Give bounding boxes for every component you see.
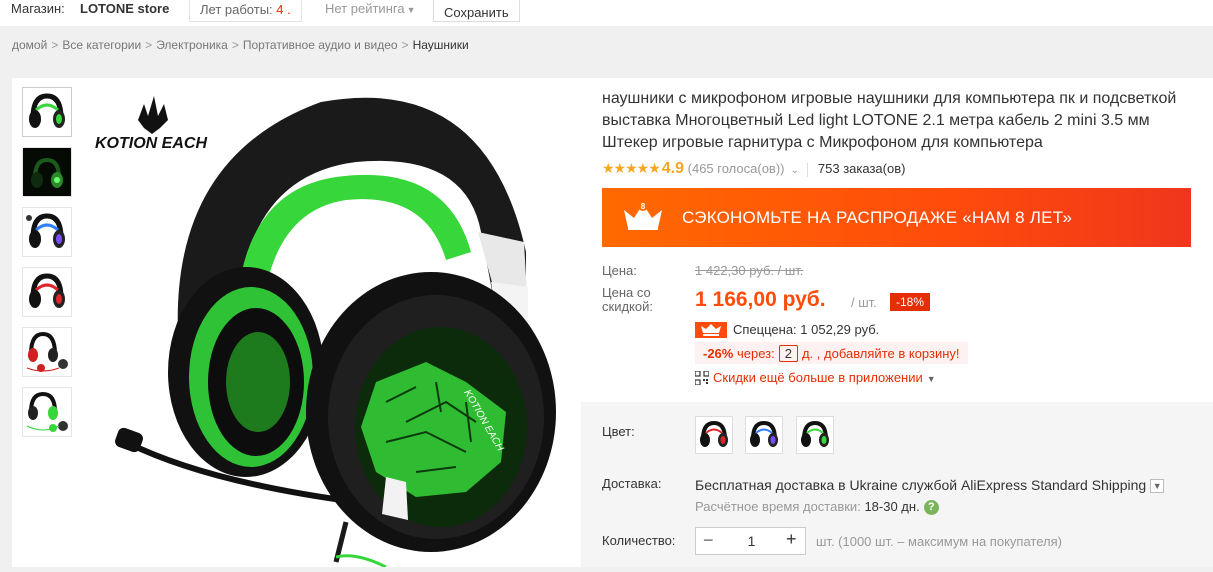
divider	[806, 162, 808, 177]
years-label: Лет работы:	[200, 2, 273, 17]
thumbnail-1[interactable]	[22, 87, 72, 137]
thumbnail-3[interactable]	[22, 207, 72, 257]
price-label: Цена:	[602, 263, 637, 278]
thumbnail-5[interactable]	[22, 327, 72, 377]
rating-value: 4.9	[661, 160, 685, 177]
old-price: 1 422,30 руб. / шт.	[695, 263, 804, 278]
quantity-label: Количество:	[602, 533, 676, 548]
promo-percent: -26%	[703, 346, 734, 361]
main-product-image[interactable]: KOTION EACH KOTION EACH	[86, 82, 576, 569]
promo-countdown: -26% через: 2 д. , добавляйте в корзину!	[695, 342, 968, 364]
store-name-link[interactable]: LOTONE store	[80, 1, 169, 16]
product-title: наушники с микрофоном игровые наушники д…	[602, 90, 1177, 151]
shipping-text: Бесплатная доставка в Ukraine службой Al…	[695, 477, 1147, 493]
shipping-method: Бесплатная доставка в Ukraine службой Al…	[695, 477, 1165, 494]
save-store-button[interactable]: Сохранить	[433, 0, 520, 22]
store-rating-dropdown[interactable]: Нет рейтинга ▼	[325, 1, 415, 16]
svg-text:KOTION EACH: KOTION EACH	[95, 135, 207, 152]
chevron-down-icon[interactable]: ⌄	[791, 165, 799, 176]
svg-text:8: 8	[641, 202, 646, 211]
store-rating-label: Нет рейтинга	[325, 1, 405, 16]
quantity-note: шт. (1000 шт. – максимум на покупателя)	[816, 534, 1062, 549]
thumbnail-6[interactable]	[22, 387, 72, 437]
special-price: Спеццена: 1 052,29 руб.	[733, 322, 880, 337]
promo-text-1: через:	[736, 346, 775, 361]
thumbnail-4[interactable]	[22, 267, 72, 317]
color-option-blue[interactable]	[745, 416, 783, 454]
store-label: Магазин:	[11, 1, 65, 16]
discounted-price: 1 166,00 руб.	[695, 288, 826, 311]
kotion-each-logo: KOTION EACH	[95, 96, 207, 152]
increment-button[interactable]: +	[786, 529, 797, 550]
rating-row: ★★★★★ 4.9 (465 голоса(ов)) ⌄ 753 заказа(ов)	[602, 160, 905, 178]
banner-text: СЭКОНОМЬТЕ НА РАСПРОДАЖЕ «НАМ 8 ЛЕТ»	[682, 208, 1073, 227]
color-option-red[interactable]	[695, 416, 733, 454]
thumbnail-2[interactable]	[22, 147, 72, 197]
rating-stars-icon: ★★★★★	[602, 160, 661, 176]
color-label: Цвет:	[602, 424, 635, 439]
breadcrumb-headphones[interactable]: Наушники	[413, 38, 469, 52]
chevron-down-icon: ▼	[926, 374, 936, 384]
discount-price-label: Цена со скидкой:	[602, 285, 653, 314]
delivery-time-value: 18-30 дн.	[864, 499, 920, 514]
breadcrumb-home[interactable]: домой	[12, 38, 47, 52]
crown-icon	[695, 321, 727, 338]
years-badge: Лет работы: 4 .	[189, 0, 302, 22]
years-value: 4 .	[276, 2, 291, 17]
app-discount-text: Скидки ещё больше в приложении	[713, 370, 923, 385]
discount-badge: -18%	[890, 293, 931, 311]
breadcrumb: домой > Все категории > Электроника > Портатив…	[12, 38, 469, 52]
breadcrumb-separator: >	[401, 38, 409, 52]
special-price-row: Спеццена: 1 052,29 руб.	[695, 321, 880, 339]
votes-link[interactable]: (465 голоса(ов))	[688, 161, 785, 176]
color-option-green[interactable]	[796, 416, 834, 454]
promo-days: 2	[778, 345, 798, 362]
shipping-dropdown-icon[interactable]: ▼	[1150, 479, 1165, 494]
quantity-stepper[interactable]: − 1 +	[695, 527, 806, 555]
shipping-label: Доставка:	[602, 476, 662, 491]
delivery-time: Расчётное время доставки: 18-30 дн.?	[695, 499, 939, 516]
chevron-down-icon: ▼	[406, 5, 416, 15]
store-header: Магазин: LOTONE store Лет работы: 4 . Не…	[0, 0, 1213, 26]
breadcrumb-separator: >	[145, 38, 153, 52]
promo-text-2: д. , добавляйте в корзину!	[801, 346, 960, 361]
help-icon[interactable]: ?	[923, 500, 939, 516]
delivery-time-label: Расчётное время доставки:	[695, 499, 861, 514]
orders-count: 753 заказа(ов)	[817, 161, 906, 176]
app-discount-link[interactable]: Скидки ещё больше в приложении ▼	[694, 369, 936, 386]
breadcrumb-electronics[interactable]: Электроника	[156, 38, 228, 52]
breadcrumb-separator: >	[51, 38, 59, 52]
breadcrumb-separator: >	[231, 38, 239, 52]
sale-banner[interactable]: 8 СЭКОНОМЬТЕ НА РАСПРОДАЖЕ «НАМ 8 ЛЕТ»	[602, 188, 1191, 247]
breadcrumb-portable-audio[interactable]: Портативное аудио и видео	[243, 38, 398, 52]
crown-icon: 8	[622, 200, 664, 237]
price-per-unit: / шт.	[851, 295, 877, 310]
qr-code-icon	[694, 369, 710, 386]
breadcrumb-all-categories[interactable]: Все категории	[62, 38, 141, 52]
